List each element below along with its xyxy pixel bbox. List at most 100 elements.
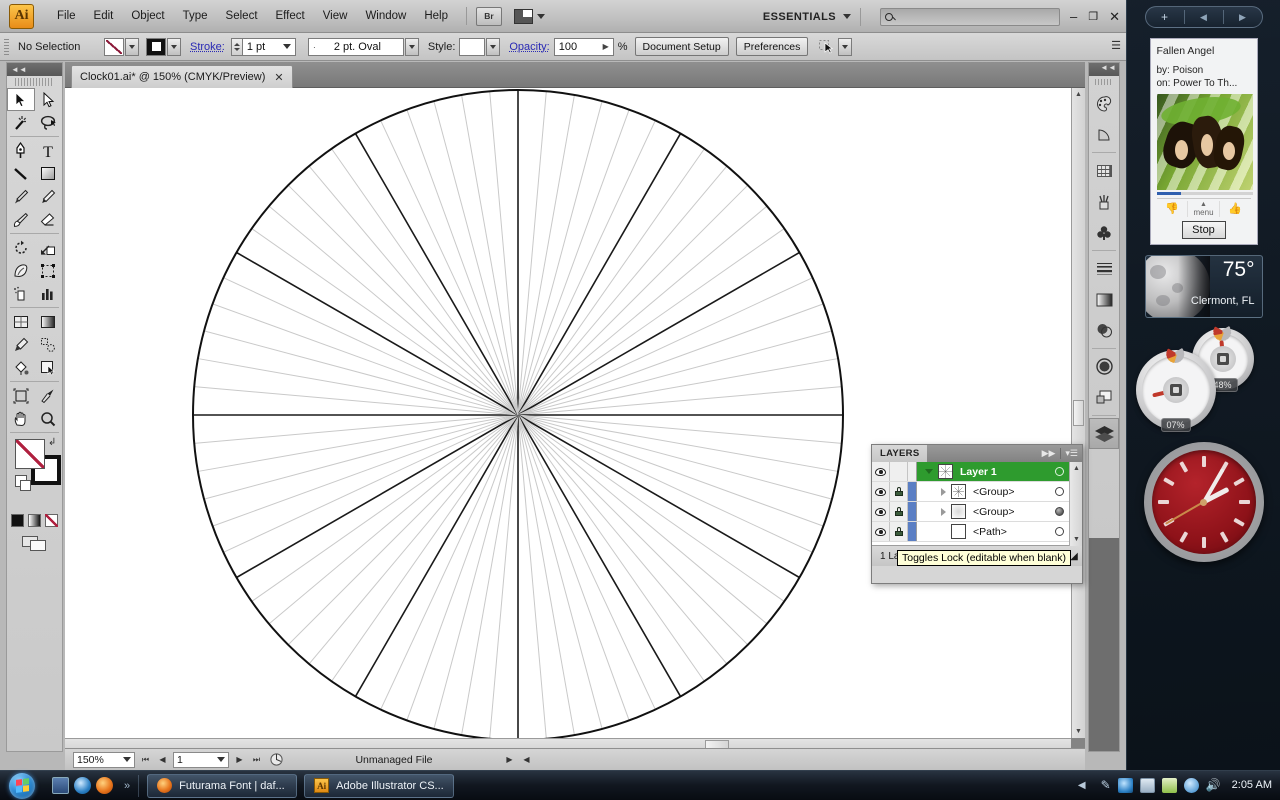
- control-bar-grip[interactable]: [4, 38, 9, 55]
- live-paint-selection-tool[interactable]: [35, 356, 63, 379]
- control-panel-menu-icon[interactable]: ☰: [1111, 39, 1121, 52]
- menu-object[interactable]: Object: [122, 6, 173, 26]
- close-icon[interactable]: ✕: [274, 71, 283, 84]
- start-button[interactable]: [0, 771, 44, 800]
- slice-tool[interactable]: [35, 384, 63, 407]
- layer-row-layer-1[interactable]: Layer 1: [872, 462, 1082, 482]
- expand-triangle-icon[interactable]: [925, 469, 933, 474]
- collapse-panel-icon[interactable]: ▶▶: [1037, 448, 1061, 459]
- brush-definition-field[interactable]: · 2 pt. Oval: [307, 37, 404, 56]
- stroke-dropdown[interactable]: [167, 37, 181, 56]
- color-mode-none-icon[interactable]: [45, 514, 58, 527]
- column-graph-tool[interactable]: [35, 282, 63, 305]
- layer-row-path[interactable]: <Path>: [872, 522, 1082, 542]
- color-mode-gradient-icon[interactable]: [28, 514, 41, 527]
- artboard-number-field[interactable]: 1: [173, 751, 229, 768]
- thumb-up-icon[interactable]: 👍: [1220, 202, 1251, 215]
- graphic-styles-panel-icon[interactable]: [1089, 382, 1119, 413]
- blob-brush-tool[interactable]: [7, 208, 35, 231]
- stroke-label[interactable]: Stroke:: [190, 41, 225, 53]
- status-text[interactable]: Unmanaged File: [289, 752, 499, 768]
- layers-list[interactable]: Layer 1 <Group> <Group> <Path> ▲ ▼ Toggl…: [872, 462, 1082, 566]
- fill-color-box[interactable]: [15, 439, 45, 469]
- screen-mode-button[interactable]: [21, 536, 48, 551]
- transform-dropdown[interactable]: [838, 37, 853, 56]
- layers-panel-icon[interactable]: [1089, 418, 1119, 449]
- previous-artboard-button[interactable]: ◀: [156, 752, 169, 767]
- first-artboard-button[interactable]: ⏮: [139, 752, 152, 767]
- paintbrush-tool[interactable]: [7, 185, 35, 208]
- free-transform-tool[interactable]: [35, 259, 63, 282]
- menu-button[interactable]: ▲ menu: [1187, 200, 1220, 217]
- opacity-input[interactable]: 100 ▶: [553, 37, 614, 56]
- zoom-tool[interactable]: [35, 407, 63, 430]
- menu-effect[interactable]: Effect: [267, 6, 314, 26]
- target-indicator[interactable]: [1055, 527, 1064, 536]
- firefox-icon[interactable]: [96, 777, 113, 794]
- visibility-toggle[interactable]: [872, 522, 890, 541]
- live-paint-bucket-tool[interactable]: [7, 356, 35, 379]
- pen-icon[interactable]: ✎: [1101, 778, 1111, 793]
- menu-help[interactable]: Help: [415, 6, 457, 26]
- line-segment-tool[interactable]: [7, 162, 35, 185]
- color-mode-color-icon[interactable]: [11, 514, 24, 527]
- lock-toggle[interactable]: [890, 482, 908, 501]
- stroke-swatch[interactable]: [146, 37, 166, 56]
- stop-button[interactable]: Stop: [1181, 221, 1226, 239]
- menu-view[interactable]: View: [314, 6, 357, 26]
- document-canvas[interactable]: ▲ ▼: [65, 88, 1085, 752]
- visibility-toggle[interactable]: [872, 482, 890, 501]
- mesh-tool[interactable]: [7, 310, 35, 333]
- scale-tool[interactable]: [35, 236, 63, 259]
- stroke-weight-chevron-down-icon[interactable]: [282, 44, 291, 49]
- transparency-panel-icon[interactable]: [1089, 315, 1119, 346]
- opacity-label[interactable]: Opacity:: [509, 41, 549, 53]
- stroke-stepper[interactable]: [230, 37, 242, 56]
- artboard-tool[interactable]: [7, 384, 35, 407]
- type-tool[interactable]: T: [35, 139, 63, 162]
- hand-tool[interactable]: [7, 407, 35, 430]
- show-hidden-icons[interactable]: ◀: [1078, 770, 1094, 800]
- layer-name[interactable]: <Group>: [973, 486, 1014, 498]
- arrange-documents-button[interactable]: [514, 8, 545, 24]
- expand-triangle-icon[interactable]: [941, 487, 946, 496]
- transform-options[interactable]: [818, 37, 853, 56]
- search-input[interactable]: [879, 7, 1060, 26]
- menu-edit[interactable]: Edit: [85, 6, 123, 26]
- layers-scrollbar[interactable]: ▲ ▼: [1069, 462, 1082, 546]
- next-artboard-button[interactable]: ▶: [233, 752, 246, 767]
- style-dropdown[interactable]: [486, 37, 501, 56]
- graphic-style-swatch[interactable]: [459, 37, 486, 56]
- eraser-tool[interactable]: [35, 208, 63, 231]
- status-collapse-icon[interactable]: ◀: [520, 752, 533, 767]
- document-tab[interactable]: Clock01.ai* @ 150% (CMYK/Preview) ✕: [71, 65, 293, 88]
- layer-name[interactable]: <Group>: [973, 506, 1014, 518]
- color-panel-icon[interactable]: [1089, 88, 1119, 119]
- taskbar-button-illustrator[interactable]: Ai Adobe Illustrator CS...: [304, 773, 455, 798]
- pencil-tool[interactable]: [35, 185, 63, 208]
- status-expand-icon[interactable]: ▶: [503, 752, 516, 767]
- gradient-panel-icon[interactable]: [1089, 284, 1119, 315]
- previous-gadget-button[interactable]: ◀: [1185, 12, 1223, 23]
- brushes-panel-icon[interactable]: [1089, 186, 1119, 217]
- artboard[interactable]: [65, 88, 1071, 741]
- layer-name[interactable]: Layer 1: [960, 466, 997, 478]
- swap-fill-stroke-icon[interactable]: ↲: [48, 437, 56, 448]
- minimize-button[interactable]: –: [1070, 9, 1077, 24]
- brush-dropdown[interactable]: [404, 37, 419, 56]
- restore-button[interactable]: ❐: [1088, 10, 1098, 23]
- stroke-weight-control[interactable]: 1 pt: [230, 37, 296, 56]
- preferences-button[interactable]: Preferences: [735, 37, 809, 56]
- dock-expand-button[interactable]: ◄◄: [1089, 63, 1119, 76]
- selection-tool[interactable]: [7, 88, 35, 111]
- volume-icon[interactable]: 🔊: [1206, 778, 1221, 793]
- scroll-down-icon[interactable]: ▼: [1070, 533, 1083, 546]
- menu-type[interactable]: Type: [174, 6, 217, 26]
- magic-wand-tool[interactable]: [7, 111, 35, 134]
- taskbar-button-firefox[interactable]: Futurama Font | daf...: [147, 773, 298, 798]
- weather-gadget[interactable]: 75° Clermont, FL: [1144, 255, 1263, 318]
- opacity-chevron-icon[interactable]: ▶: [603, 42, 609, 51]
- target-indicator[interactable]: [1055, 487, 1064, 496]
- music-gadget[interactable]: Fallen Angel by: Poison on: Power To Th.…: [1149, 38, 1258, 245]
- last-artboard-button[interactable]: ⏭: [250, 752, 263, 767]
